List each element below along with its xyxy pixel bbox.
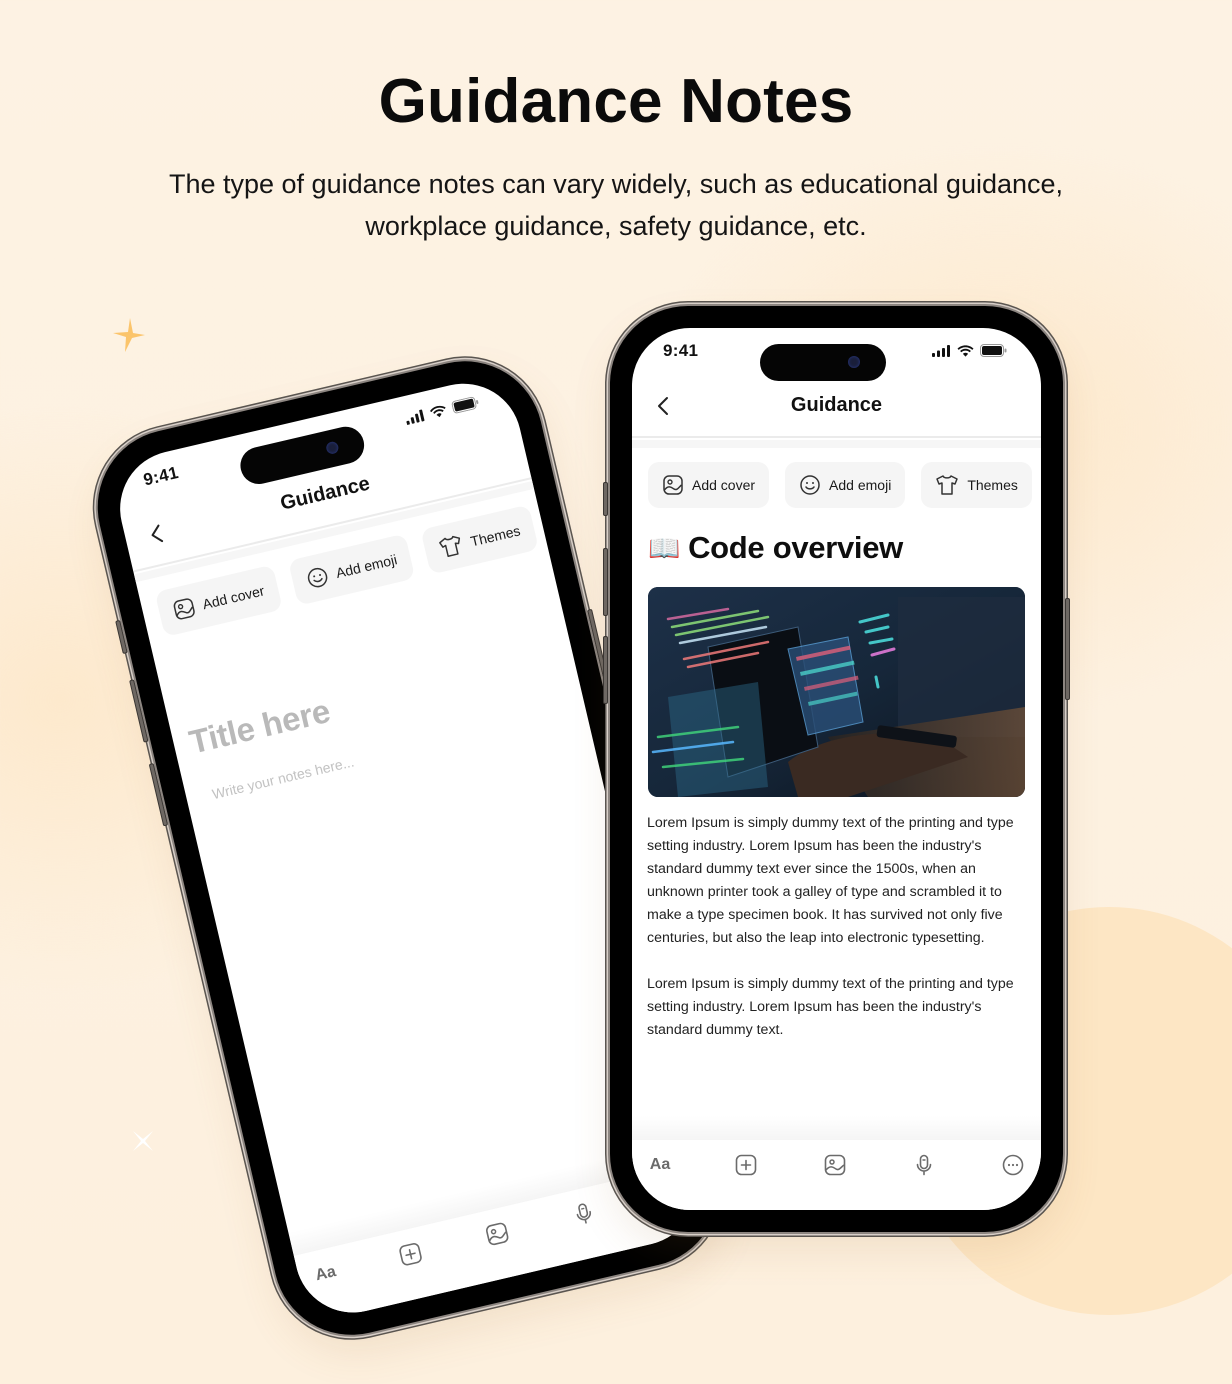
toolbar-shadow [632,1116,1041,1140]
add-square-icon [399,1243,422,1266]
add-block-button[interactable] [733,1152,759,1178]
wifi-icon [429,405,446,417]
text-format-button[interactable]: Aa [647,1152,673,1178]
code-screen-photo [648,587,1025,797]
note-title-text: Code overview [688,530,903,565]
insert-image-button[interactable] [822,1152,848,1178]
note-paragraph: Lorem Ipsum is simply dummy text of the … [647,815,1014,946]
themes-label: Themes [967,477,1018,493]
text-format-icon: Aa [649,1156,671,1173]
image-icon [485,1222,509,1246]
add-cover-button[interactable]: Add cover [648,462,770,508]
themes-label: Themes [468,522,522,550]
action-button [603,482,608,516]
navigation-bar: Guidance [632,380,1041,438]
page-title: Guidance Notes [378,67,854,136]
add-emoji-button[interactable]: Add emoji [785,462,906,508]
add-square-icon [735,1154,757,1176]
camera-icon [848,356,860,368]
note-body[interactable]: Lorem Ipsum is simply dummy text of the … [647,812,1031,1042]
add-emoji-button[interactable]: Add emoji [288,533,416,606]
action-button [115,619,128,655]
book-emoji-icon: 📖 [648,532,681,563]
signal-icon [406,409,425,425]
add-cover-label: Add cover [200,582,266,613]
themes-button[interactable]: Themes [921,462,1032,508]
volume-up-button [603,548,608,616]
add-emoji-label: Add emoji [334,551,399,582]
phone-mockup-right: 9:41 Guidance Add cover Add emoji Themes… [603,306,1070,1232]
microphone-icon [576,1203,592,1224]
tshirt-icon [936,475,959,495]
wifi-icon [957,344,974,357]
more-circle-icon [1002,1154,1024,1176]
camera-icon [325,440,340,456]
image-icon [173,598,195,620]
dynamic-island [760,344,886,381]
add-cover-button[interactable]: Add cover [154,564,283,637]
note-title[interactable]: 📖 Code overview [648,530,903,566]
add-block-button[interactable] [395,1239,426,1270]
text-format-button[interactable]: Aa [310,1258,341,1289]
more-options-button[interactable] [1000,1152,1026,1178]
voice-record-button[interactable] [568,1198,599,1229]
volume-up-button [129,679,149,743]
editor-toolbar: Aa [632,1140,1041,1210]
battery-icon [980,344,1007,357]
tshirt-icon [439,535,461,557]
nav-divider [632,440,1041,448]
voice-record-button[interactable] [911,1152,937,1178]
themes-button[interactable]: Themes [420,504,539,575]
note-paragraph: Lorem Ipsum is simply dummy text of the … [647,976,1014,1038]
volume-down-button [603,636,608,704]
status-time: 9:41 [141,462,181,490]
microphone-icon [916,1154,932,1176]
power-button [1065,598,1070,700]
status-bar: 9:41 [632,328,1041,381]
note-body-input[interactable]: Write your notes here... [210,753,355,802]
sparkle-white-icon [133,1131,153,1151]
text-format-icon: Aa [313,1263,338,1285]
note-actions: Add cover Add emoji Themes [648,462,1032,508]
image-icon [824,1154,846,1176]
phone-screen: 9:41 Guidance Add cover Add emoji Themes… [632,328,1041,1210]
nav-title: Guidance [790,394,883,416]
insert-image-button[interactable] [482,1218,513,1249]
battery-icon [451,396,479,414]
signal-icon [932,344,950,357]
page-subtitle: The type of guidance notes can vary wide… [168,169,1064,241]
cover-image[interactable] [648,587,1025,797]
volume-down-button [148,762,169,827]
smiley-icon [307,567,328,588]
sparkle-icon [113,318,145,352]
smiley-icon [800,475,820,495]
image-icon [663,475,683,495]
status-time: 9:41 [663,341,699,360]
add-emoji-label: Add emoji [829,477,892,493]
add-cover-label: Add cover [692,477,756,493]
note-title-input[interactable]: Title here [186,692,334,762]
